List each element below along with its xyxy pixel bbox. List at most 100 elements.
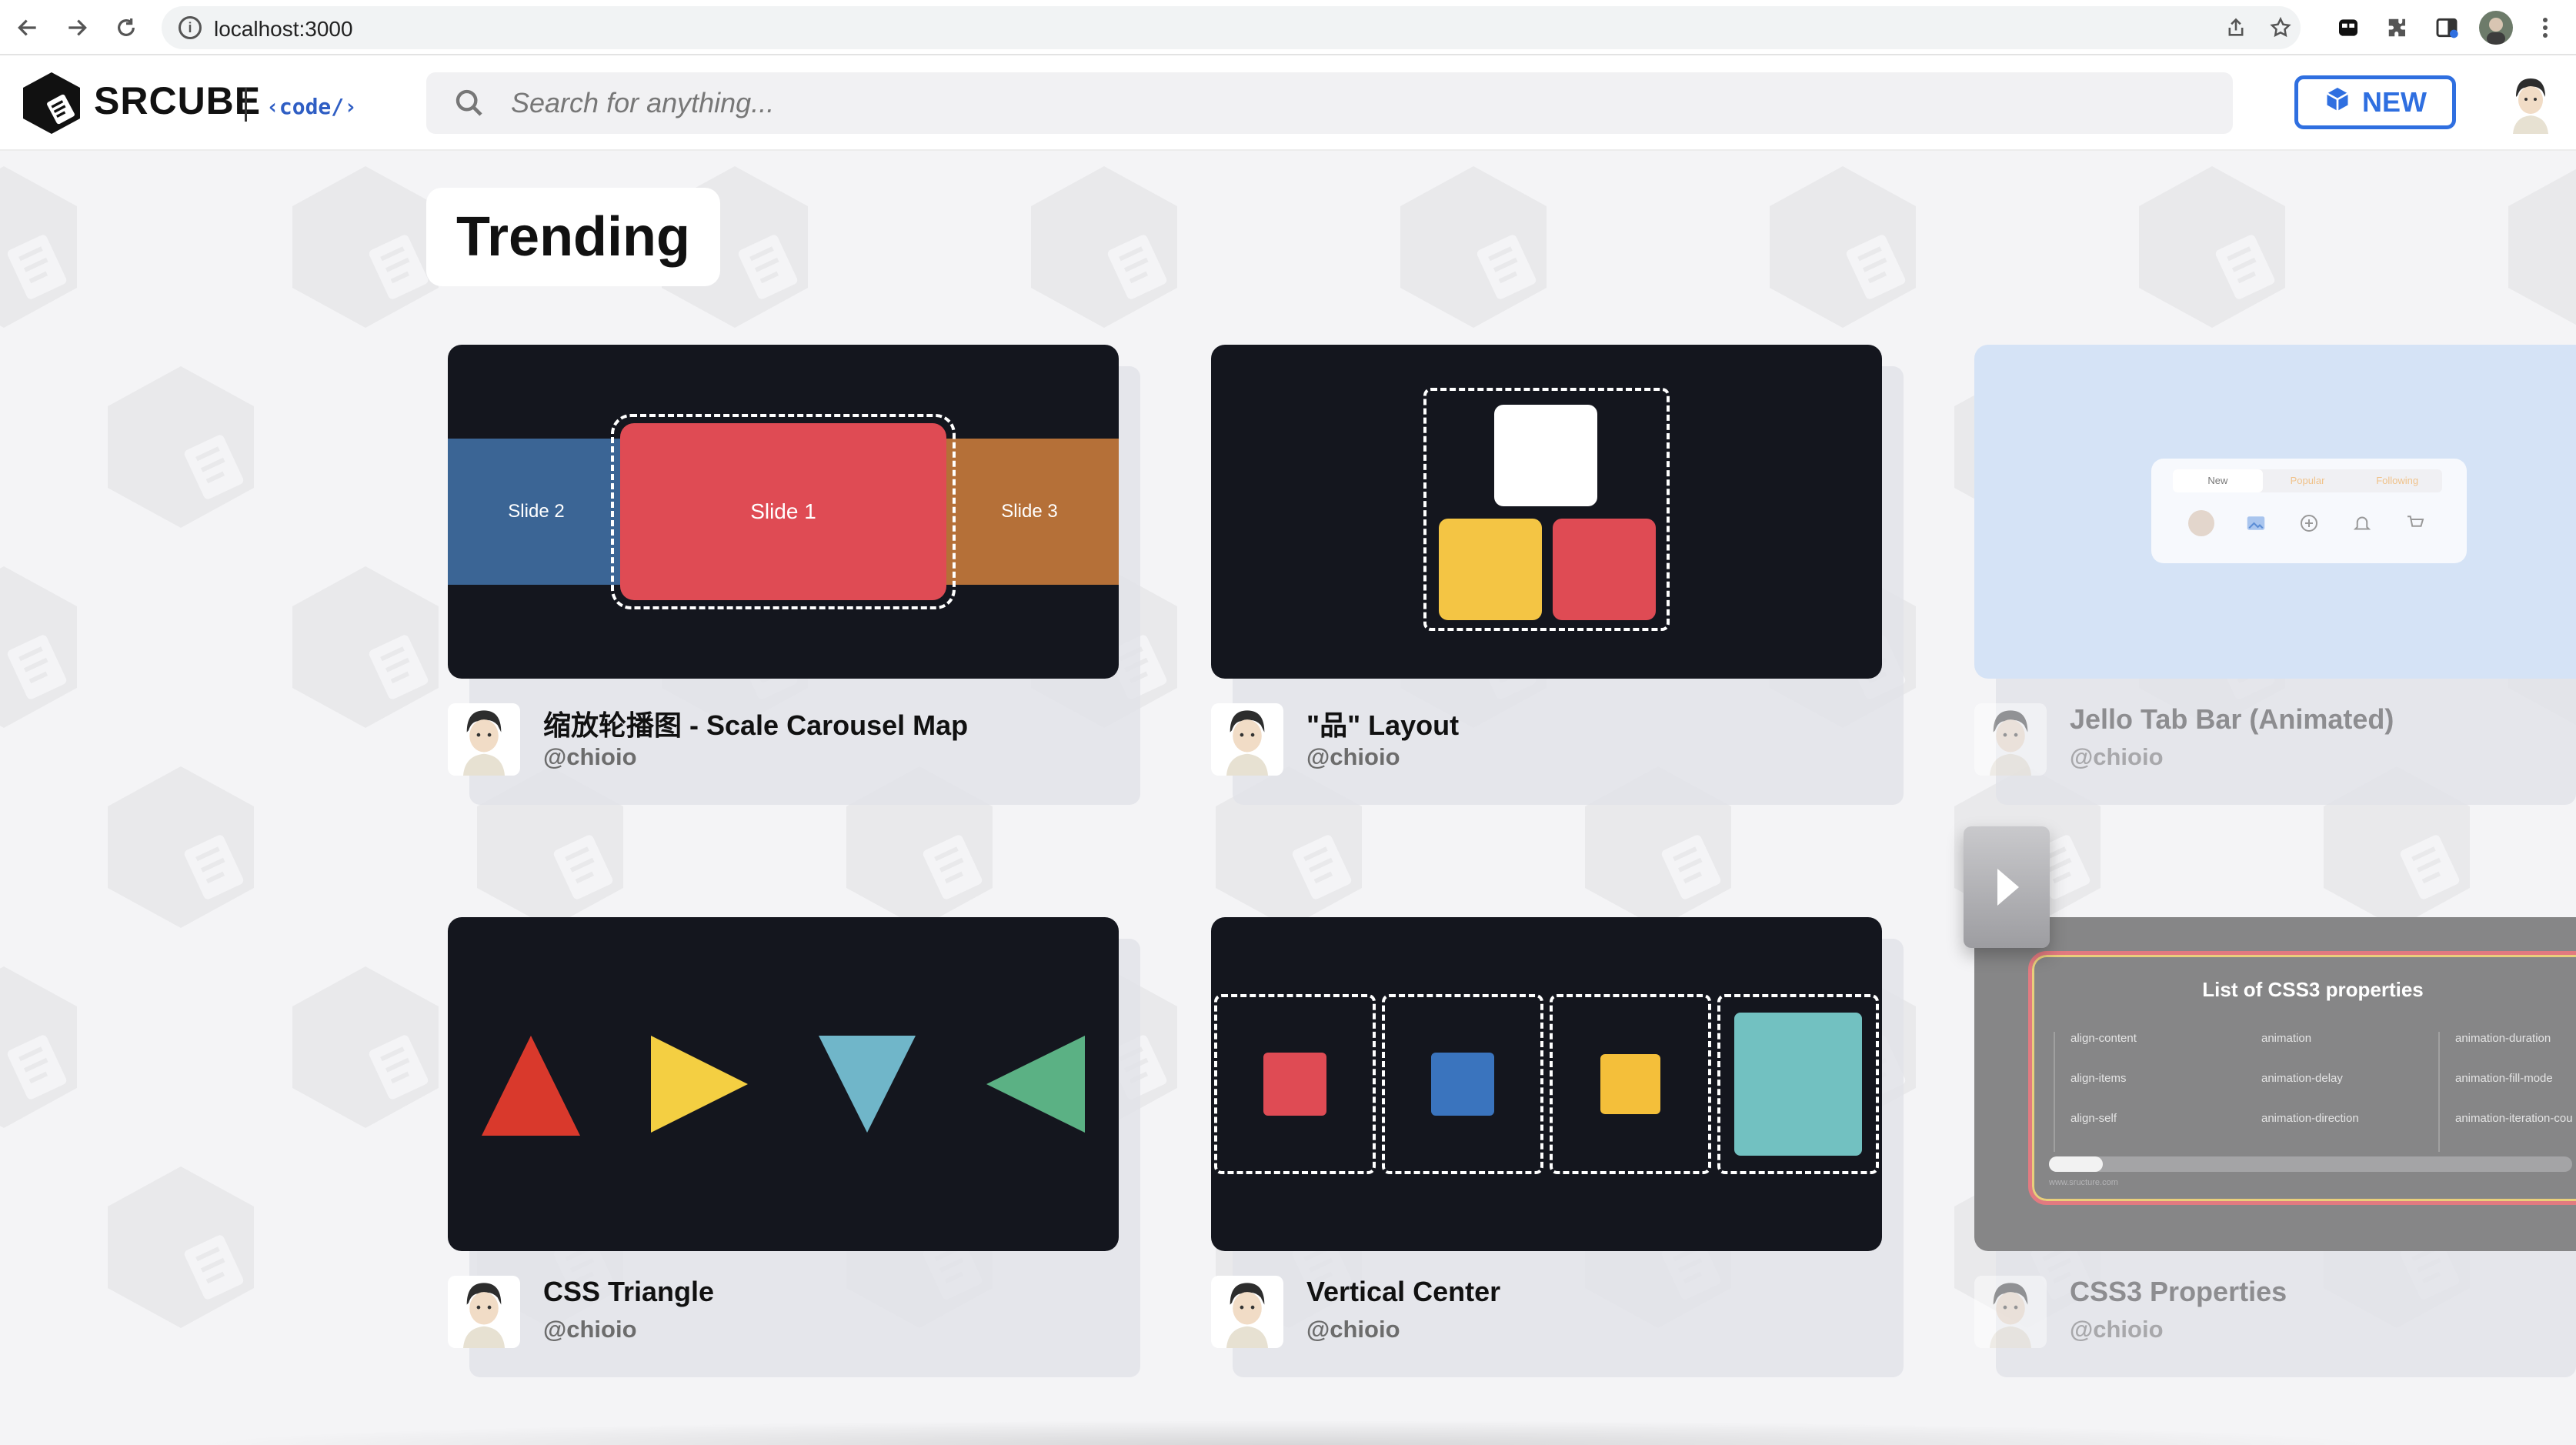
property-cell: align-self (2054, 1112, 2246, 1152)
author-avatar[interactable] (1211, 703, 1283, 776)
menu-kebab-icon[interactable] (2530, 12, 2561, 43)
card-thumbnail[interactable] (1211, 345, 1882, 679)
property-cell: animation-fill-mode (2438, 1072, 2576, 1112)
sidepanel-icon[interactable] (2431, 12, 2462, 43)
scroll-track (2049, 1156, 2572, 1172)
properties-row: align-items animation-delay animation-fi… (2054, 1072, 2576, 1112)
properties-footer: www.sructure.com (2049, 1178, 2118, 1187)
card-author[interactable]: @chioio (2070, 1316, 2164, 1343)
property-cell: animation-duration (2438, 1032, 2576, 1072)
project-card[interactable]: CSS Triangle @chioio (448, 917, 1140, 1379)
slide-2: Slide 2 (448, 439, 625, 585)
project-card[interactable]: List of CSS3 properties align-content an… (1974, 917, 2576, 1379)
address-bar[interactable]: i localhost:3000 (162, 6, 2301, 49)
tab-popular: Popular (2290, 475, 2325, 486)
properties-row: align-self animation-direction animation… (2054, 1112, 2576, 1152)
triangles-graphic (482, 1036, 1085, 1136)
card-title[interactable]: CSS Triangle (543, 1276, 714, 1308)
properties-heading: List of CSS3 properties (2202, 978, 2424, 1001)
new-button-label: NEW (2362, 86, 2427, 118)
profile-avatar-icon[interactable] (2479, 11, 2513, 45)
card-thumbnail[interactable] (1211, 917, 1882, 1251)
slide-3: Slide 3 (940, 439, 1119, 585)
triangle-down (819, 1036, 916, 1133)
logo-code-tag[interactable]: ‹code/› (266, 94, 357, 119)
logo-text[interactable]: SRCUBE (94, 78, 261, 123)
project-card[interactable]: "品" Layout @chioio (1211, 345, 1904, 806)
project-card[interactable]: Slide 2 Slide 3 Slide 1 缩放轮播图 - Scale Ca… (448, 345, 1140, 806)
new-button[interactable]: NEW (2294, 75, 2456, 129)
search-input[interactable] (511, 72, 2204, 134)
property-cell: animation-delay (2261, 1072, 2343, 1085)
property-cell: align-items (2054, 1072, 2246, 1112)
tab-following: Following (2376, 475, 2419, 486)
triangle-left (986, 1036, 1085, 1133)
card-thumbnail[interactable]: Slide 2 Slide 3 Slide 1 (448, 345, 1119, 679)
tab-new: New (2173, 469, 2263, 492)
bookmark-star-icon[interactable] (2268, 15, 2293, 40)
card-thumbnail[interactable]: List of CSS3 properties align-content an… (1974, 917, 2576, 1251)
search-bar[interactable] (426, 72, 2233, 134)
carousel-next-button[interactable] (1964, 826, 2050, 948)
project-card[interactable]: Vertical Center @chioio (1211, 917, 1904, 1379)
bottom-fade (0, 1416, 2576, 1445)
properties-row: align-content animation animation-durati… (2054, 1032, 2576, 1072)
logo-divider (245, 88, 247, 122)
author-avatar[interactable] (1974, 1276, 2047, 1348)
add-tab-icon (2300, 515, 2317, 532)
red-square (1263, 1053, 1326, 1116)
card-author[interactable]: @chioio (1306, 743, 1400, 771)
card-author[interactable]: @chioio (2070, 743, 2164, 771)
card-title[interactable]: Jello Tab Bar (Animated) (2070, 703, 2394, 736)
user-avatar[interactable] (2501, 72, 2561, 134)
info-icon[interactable]: i (179, 16, 202, 39)
card-title[interactable]: CSS3 Properties (2070, 1276, 2287, 1308)
avatar-tab-icon (2187, 510, 2214, 536)
slide-2-label: Slide 2 (508, 501, 565, 522)
blue-square (1431, 1053, 1494, 1116)
extension-icon[interactable] (2333, 12, 2364, 43)
share-icon[interactable] (2224, 15, 2248, 40)
tab-row: New Popular Following (2173, 469, 2442, 492)
yellow-square (1600, 1054, 1660, 1114)
property-cell: align-content (2054, 1032, 2246, 1072)
forward-icon[interactable] (60, 11, 94, 45)
author-avatar[interactable] (1211, 1276, 1283, 1348)
tab-icons (2173, 508, 2442, 539)
reload-icon[interactable] (109, 11, 143, 45)
author-avatar[interactable] (448, 1276, 520, 1348)
property-cell: animation (2261, 1032, 2312, 1045)
cube-icon (2324, 85, 2351, 120)
card-title[interactable]: "品" Layout (1306, 703, 1459, 743)
card-title[interactable]: 缩放轮播图 - Scale Carousel Map (543, 703, 968, 743)
bell-tab-icon (2353, 516, 2371, 530)
card-thumbnail[interactable]: New Popular Following (1974, 345, 2576, 679)
card-author[interactable]: @chioio (1306, 1316, 1400, 1343)
property-cell: animation-iteration-cou (2438, 1112, 2576, 1152)
card-author[interactable]: @chioio (543, 1316, 637, 1343)
back-icon[interactable] (11, 11, 45, 45)
teal-square (1734, 1013, 1862, 1156)
scroll-thumb (2049, 1156, 2103, 1172)
image-tab-icon (2247, 516, 2265, 530)
bottom-right-square (1553, 519, 1656, 620)
url-text[interactable]: localhost:3000 (214, 17, 353, 42)
top-square (1494, 405, 1597, 506)
slide-3-label: Slide 3 (1001, 501, 1058, 522)
properties-panel: List of CSS3 properties align-content an… (2028, 951, 2576, 1205)
trending-title: Trending (456, 206, 690, 268)
puzzle-icon[interactable] (2382, 12, 2413, 43)
triangle-up (482, 1036, 580, 1136)
cart-tab-icon (2407, 516, 2424, 527)
card-author[interactable]: @chioio (543, 743, 637, 771)
logo-cube-icon[interactable] (23, 72, 80, 134)
slide-1: Slide 1 (620, 423, 946, 600)
chevron-right-icon (1997, 869, 2019, 906)
author-avatar[interactable] (1974, 703, 2047, 776)
author-avatar[interactable] (448, 703, 520, 776)
bottom-left-square (1439, 519, 1542, 620)
properties-list: align-content animation animation-durati… (2054, 1032, 2576, 1152)
card-title[interactable]: Vertical Center (1306, 1276, 1500, 1308)
project-card[interactable]: New Popular Following Jello Tab Bar (Ani… (1974, 345, 2576, 806)
card-thumbnail[interactable] (448, 917, 1119, 1251)
